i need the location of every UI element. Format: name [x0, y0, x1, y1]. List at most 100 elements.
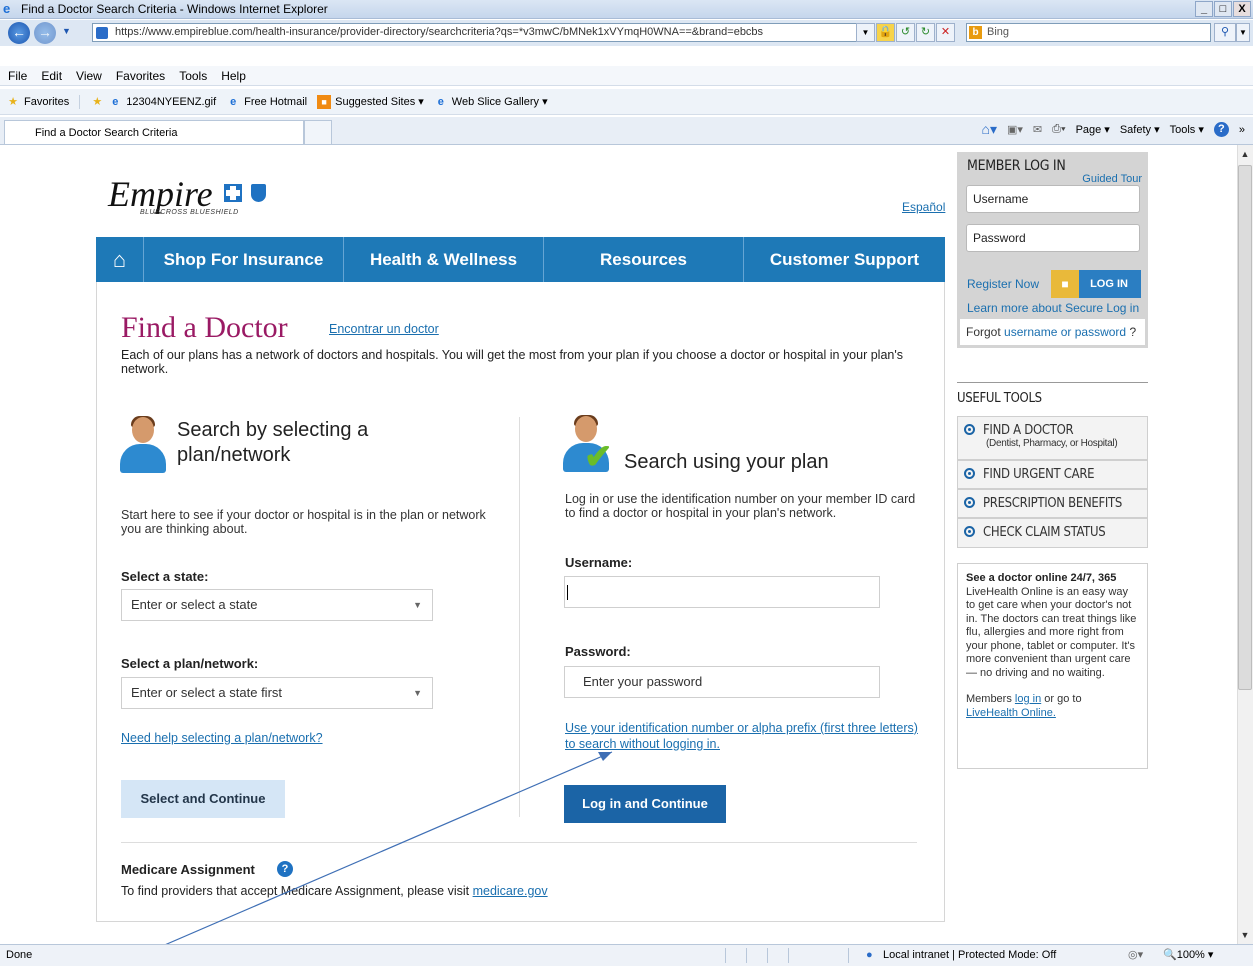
scrollbar-thumb[interactable] — [1238, 165, 1252, 690]
back-icon[interactable]: ← — [8, 22, 30, 44]
url-input[interactable]: https://www.empireblue.com/health-insura… — [92, 23, 872, 42]
fav-item-gif[interactable]: e 12304NYEENZ.gif — [108, 95, 216, 109]
tab-find-a-doctor[interactable]: Find a Doctor Search Criteria — [4, 120, 304, 144]
intranet-icon: ● — [866, 949, 873, 961]
menu-tools[interactable]: Tools — [179, 69, 207, 83]
login-continue-button[interactable]: Log in and Continue — [564, 785, 726, 823]
minimize-button[interactable]: _ — [1195, 1, 1213, 17]
right-heading: Search using your plan — [624, 451, 829, 473]
guided-tour-link[interactable]: Guided Tour — [1082, 173, 1142, 185]
sidebar-login-button[interactable]: ■ LOG IN — [1051, 270, 1141, 298]
forward-icon[interactable]: → — [34, 22, 56, 44]
print-icon[interactable]: ⎙▾ — [1052, 123, 1065, 136]
stop-icon[interactable]: ✕ — [936, 23, 955, 42]
text-cursor — [567, 585, 568, 600]
tool-label: CHECK CLAIM STATUS — [983, 525, 1106, 540]
help-icon[interactable]: ? — [1213, 122, 1229, 137]
nav-customer-support[interactable]: Customer Support — [744, 237, 945, 282]
sidebar-username-input[interactable]: Username — [966, 185, 1140, 213]
logo-subtitle: BLUECROSS BLUESHIELD — [140, 209, 239, 216]
lock-icon: ■ — [1051, 270, 1079, 298]
status-pane — [767, 948, 783, 963]
safety-menu[interactable]: Safety ▾ — [1120, 123, 1160, 136]
select-continue-button[interactable]: Select and Continue — [121, 780, 285, 818]
close-button[interactable]: X — [1233, 1, 1251, 17]
refresh-icon[interactable]: ↻ — [916, 23, 935, 42]
encontrar-link[interactable]: Encontrar un doctor — [329, 322, 439, 336]
recent-pages-icon[interactable]: ▼ — [62, 26, 71, 36]
column-divider — [519, 417, 520, 817]
bing-icon: b — [969, 26, 982, 39]
new-tab-button[interactable] — [304, 120, 332, 144]
add-favorite-icon[interactable]: ★ — [90, 95, 104, 109]
livehealth-body: LiveHealth Online is an easy way to get … — [966, 585, 1137, 679]
password-input[interactable]: Enter your password — [564, 666, 880, 698]
circle-arrow-icon — [964, 468, 975, 479]
help-circle-icon[interactable]: ? — [277, 861, 293, 877]
username-input[interactable] — [564, 576, 880, 608]
ie-page-icon: e — [230, 95, 237, 108]
security-zone[interactable]: Local intranet | Protected Mode: Off — [883, 945, 1056, 966]
tool-urgent-care[interactable]: FIND URGENT CARE — [957, 460, 1148, 489]
tool-label: FIND A DOCTOR — [983, 423, 1074, 438]
useful-tools-title: USEFUL TOOLS — [957, 391, 1042, 406]
mail-icon[interactable]: ✉ — [1033, 123, 1042, 136]
scroll-down-icon[interactable]: ▼ — [1238, 927, 1252, 943]
search-icon[interactable]: ⚲ — [1214, 23, 1236, 42]
menu-help[interactable]: Help — [221, 69, 246, 83]
livehealth-login-link[interactable]: log in — [1015, 693, 1041, 705]
favorites-button[interactable]: ★ Favorites — [6, 94, 81, 109]
home-icon[interactable]: ⌂▾ — [982, 121, 997, 138]
search-input[interactable]: Bing — [966, 23, 1211, 42]
tool-label: FIND URGENT CARE — [983, 467, 1095, 482]
state-select[interactable]: Enter or select a state ▼ — [121, 589, 433, 621]
forgot-credentials-link[interactable]: username or password — [1004, 325, 1126, 339]
register-now-link[interactable]: Register Now — [967, 277, 1039, 291]
id-number-link[interactable]: Use your identification number or alpha … — [565, 720, 925, 752]
tool-claim-status[interactable]: CHECK CLAIM STATUS — [957, 518, 1148, 548]
plan-help-link[interactable]: Need help selecting a plan/network? — [121, 731, 323, 745]
state-label: Select a state: — [121, 569, 209, 584]
command-bar: ⌂▾ ▣▾ ✉ ⎙▾ Page ▾ Safety ▾ Tools ▾ ? » — [982, 121, 1245, 138]
sidebar-password-input[interactable]: Password — [966, 224, 1140, 252]
tool-find-doctor[interactable]: FIND A DOCTOR (Dentist, Pharmacy, or Hos… — [957, 416, 1148, 460]
bluecross-shield-icon — [223, 184, 242, 202]
compatibility-icon[interactable]: ↺ — [896, 23, 915, 42]
zoom-value: 100% — [1176, 949, 1205, 961]
page-menu[interactable]: Page ▾ — [1076, 123, 1110, 136]
feeds-icon[interactable]: ▣▾ — [1007, 123, 1023, 136]
fav-item-hotmail[interactable]: e Free Hotmail — [226, 95, 307, 109]
protected-mode-icon[interactable]: ◎▾ — [1128, 945, 1143, 966]
menu-view[interactable]: View — [76, 69, 102, 83]
nav-health-wellness[interactable]: Health & Wellness — [344, 237, 544, 282]
lock-icon[interactable]: 🔒 — [876, 23, 895, 42]
secure-login-link[interactable]: Learn more about Secure Log in — [967, 301, 1139, 315]
overflow-icon[interactable]: » — [1239, 124, 1245, 136]
forgot-line: Forgot username or password ? — [960, 319, 1145, 345]
nav-resources[interactable]: Resources — [544, 237, 744, 282]
home-nav-icon[interactable]: ⌂ — [96, 237, 144, 282]
password-label: Password: — [565, 644, 631, 659]
espanol-link[interactable]: Español — [902, 200, 945, 214]
dropdown-icon[interactable]: ▼ — [856, 23, 875, 42]
fav-item-webslice[interactable]: e Web Slice Gallery ▾ — [434, 95, 548, 109]
suggested-sites-icon: ■ — [317, 94, 332, 109]
scroll-up-icon[interactable]: ▲ — [1238, 146, 1252, 162]
search-options-icon[interactable]: ▼ — [1236, 23, 1250, 42]
tools-menu[interactable]: Tools ▾ — [1170, 123, 1204, 136]
menu-file[interactable]: File — [8, 69, 27, 83]
maximize-button[interactable]: □ — [1214, 1, 1232, 17]
plan-select[interactable]: Enter or select a state first ▼ — [121, 677, 433, 709]
menu-edit[interactable]: Edit — [41, 69, 62, 83]
zoom-level[interactable]: 🔍100% ▾ — [1163, 945, 1213, 966]
login-button-label: LOG IN — [1090, 278, 1128, 290]
livehealth-members-line: Members log in or go to LiveHealth Onlin… — [966, 693, 1139, 720]
tool-prescription[interactable]: PRESCRIPTION BENEFITS — [957, 489, 1148, 518]
member-login-title: MEMBER LOG IN — [967, 158, 1066, 174]
medicare-link[interactable]: medicare.gov — [473, 884, 548, 898]
nav-shop-insurance[interactable]: Shop For Insurance — [144, 237, 344, 282]
livehealth-online-link[interactable]: LiveHealth Online. — [966, 707, 1139, 721]
menu-favorites[interactable]: Favorites — [116, 69, 165, 83]
intro-text: Each of our plans has a network of docto… — [121, 348, 903, 376]
fav-item-suggested[interactable]: ■ Suggested Sites ▾ — [317, 94, 424, 109]
